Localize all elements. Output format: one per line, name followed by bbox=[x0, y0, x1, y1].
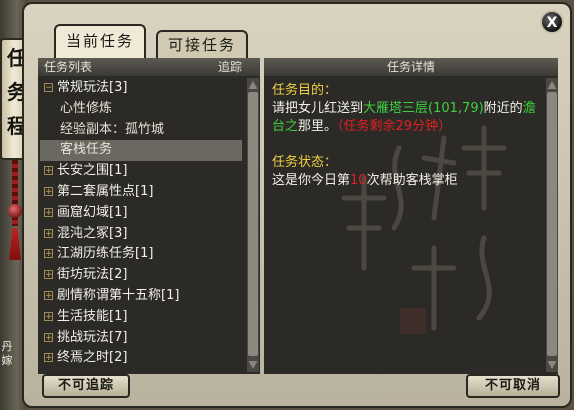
quest-list-scrollbar[interactable] bbox=[246, 78, 259, 372]
quest-label: 心性修炼 bbox=[60, 100, 113, 116]
quest-detail-header: 任务详情 bbox=[264, 58, 558, 76]
goal-coords[interactable]: (101,79) bbox=[428, 101, 484, 116]
quest-list-panel: 任务列表 追踪 − 常规玩法[3] 心性修炼 经验副本：孤竹城 客栈任务 + 长安之围[1]… bbox=[38, 58, 260, 374]
quest-group-row[interactable]: + 剧情称谓第十五称[1] bbox=[40, 286, 242, 307]
scroll-up-icon[interactable] bbox=[248, 81, 258, 89]
quest-list: − 常规玩法[3] 心性修炼 经验副本：孤竹城 客栈任务 + 长安之围[1] + 第二套属性点[… bbox=[40, 78, 242, 370]
quest-label: 江湖历练任务[1] bbox=[57, 246, 154, 262]
quest-group-row[interactable]: + 江湖历练任务[1] bbox=[40, 244, 242, 265]
expand-icon[interactable]: + bbox=[44, 228, 53, 238]
quest-detail-scrollbar[interactable] bbox=[545, 78, 558, 372]
goal-timer: （任务剩余29分钟） bbox=[337, 119, 452, 134]
expand-icon[interactable]: + bbox=[44, 353, 53, 363]
track-column-label: 追踪 bbox=[217, 60, 242, 74]
close-button[interactable]: X bbox=[540, 10, 564, 34]
quest-group-row[interactable]: + 第二套属性点[1] bbox=[40, 182, 242, 203]
background-text: 丹 嫁 bbox=[1, 340, 13, 367]
scroll-down-icon[interactable] bbox=[547, 361, 557, 369]
quest-group-row[interactable]: + 长安之围[1] bbox=[40, 161, 242, 182]
quest-label: 长安之围[1] bbox=[57, 163, 128, 179]
quest-label: 生活技能[1] bbox=[57, 308, 128, 324]
quest-label: 经验副本：孤竹城 bbox=[60, 121, 165, 137]
expand-icon[interactable]: + bbox=[44, 249, 53, 259]
goal-label: 任务目的： bbox=[272, 83, 338, 98]
quest-label: 常规玩法[3] bbox=[57, 80, 128, 95]
expand-icon[interactable]: + bbox=[44, 207, 53, 217]
tab-available-quests[interactable]: 可接任务 bbox=[156, 30, 248, 58]
quest-list-title: 任务列表 bbox=[44, 60, 93, 74]
quest-label: 挑战玩法[7] bbox=[57, 329, 128, 345]
quest-group-row[interactable]: +其他任务[2] bbox=[40, 369, 242, 370]
status-text: 这是你今日第10次帮助客栈掌柜 bbox=[272, 173, 458, 188]
quest-window: 当前任务 可接任务 X 任务列表 追踪 − 常规玩法[3] 心性修炼 经验副本：孤竹城… bbox=[22, 2, 572, 408]
expand-icon[interactable]: + bbox=[44, 186, 53, 196]
quest-label: 画窟幻域[1] bbox=[57, 204, 128, 220]
quest-list-item[interactable]: 客栈任务 bbox=[40, 140, 242, 162]
quest-label: 街坊玩法[2] bbox=[57, 267, 128, 283]
goal-place-link[interactable]: 大雁塔三层 bbox=[363, 101, 428, 116]
expand-icon[interactable]: + bbox=[44, 332, 53, 342]
scroll-down-icon[interactable] bbox=[248, 361, 258, 369]
scroll-thumb[interactable] bbox=[547, 92, 557, 356]
bead-ornament-icon bbox=[8, 204, 22, 218]
quest-detail-body: 任务目的： 请把女儿红送到大雁塔三层(101,79)附近的澹台之那里。（任务剩余… bbox=[272, 82, 542, 190]
quest-group-row[interactable]: + 画窟幻域[1] bbox=[40, 203, 242, 224]
status-count: 10 bbox=[350, 173, 367, 188]
quest-detail-panel: 任务详情 任务目的： 请把女儿红送到大雁塔三层(101,79)附近的澹台之那里。… bbox=[264, 58, 558, 374]
collapse-icon[interactable]: − bbox=[44, 83, 53, 93]
quest-label: 第二套属性点[1] bbox=[57, 183, 154, 199]
quest-group-row[interactable]: − 常规玩法[3] bbox=[40, 78, 242, 99]
expand-icon[interactable]: + bbox=[44, 270, 53, 280]
quest-label: 客栈任务 bbox=[60, 142, 113, 158]
status-label: 任务状态： bbox=[272, 155, 338, 170]
quest-label: 终焉之时[2] bbox=[57, 350, 128, 366]
cancel-quest-button[interactable]: 不可取消 bbox=[466, 374, 560, 398]
quest-list-header: 任务列表 追踪 bbox=[38, 58, 260, 76]
quest-group-row[interactable]: + 挑战玩法[7] bbox=[40, 328, 242, 349]
quest-group-row[interactable]: + 终焉之时[2] bbox=[40, 348, 242, 369]
tab-current-quests[interactable]: 当前任务 bbox=[54, 24, 146, 58]
quest-list-item[interactable]: 经验副本：孤竹城 bbox=[40, 120, 242, 141]
quest-group-row[interactable]: + 生活技能[1] bbox=[40, 307, 242, 328]
quest-list-item[interactable]: 心性修炼 bbox=[40, 99, 242, 120]
quest-label: 混沌之冢[3] bbox=[57, 225, 128, 241]
track-button[interactable]: 不可追踪 bbox=[42, 374, 130, 398]
scroll-up-icon[interactable] bbox=[547, 81, 557, 89]
expand-icon[interactable]: + bbox=[44, 166, 53, 176]
goal-text: 请把女儿红送到大雁塔三层(101,79)附近的澹台之那里。（任务剩余29分钟） bbox=[272, 101, 536, 134]
quest-label: 剧情称谓第十五称[1] bbox=[57, 287, 180, 303]
quest-group-row[interactable]: + 街坊玩法[2] bbox=[40, 265, 242, 286]
expand-icon[interactable]: + bbox=[44, 290, 53, 300]
expand-icon[interactable]: + bbox=[44, 311, 53, 321]
scroll-thumb[interactable] bbox=[248, 92, 258, 356]
quest-group-row[interactable]: + 混沌之冢[3] bbox=[40, 224, 242, 245]
